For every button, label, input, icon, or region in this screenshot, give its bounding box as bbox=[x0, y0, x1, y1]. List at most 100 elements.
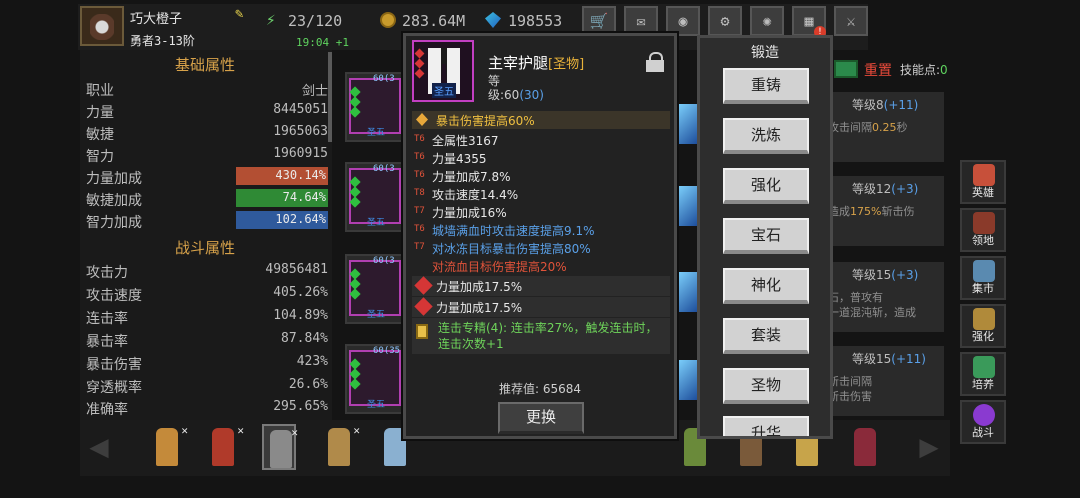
recommend-value: 推荐值: 65684 bbox=[498, 382, 582, 396]
basic-stats-title: 基础属性 bbox=[174, 56, 235, 74]
skill-icon bbox=[676, 272, 698, 312]
next-arrow-icon[interactable]: ▶ bbox=[910, 428, 948, 464]
equip-slot[interactable]: 60(35 圣五 bbox=[345, 344, 405, 414]
reset-skills-button[interactable]: 重置 bbox=[864, 60, 892, 80]
nav-market[interactable]: 集市 bbox=[960, 256, 1006, 300]
agility-bonus-bar: 74.64% bbox=[236, 189, 328, 207]
gold-icon bbox=[380, 12, 396, 28]
affix-row: T8 攻击速度14.4% bbox=[414, 188, 519, 202]
skill-row[interactable]: 等级15(+11) 斩击间隔 斩击伤害 bbox=[828, 346, 944, 416]
nav-hero[interactable]: 英雄 bbox=[960, 160, 1006, 204]
gem-slot: 力量加成17.5% bbox=[412, 297, 670, 317]
stat-row-penetration: 穿透概率 26.6% bbox=[86, 377, 328, 396]
item-level: 级:60(30) bbox=[488, 88, 544, 102]
set-button[interactable]: 套装 bbox=[723, 318, 809, 354]
skill-row[interactable]: 等级8(+11) 攻击间隔0.25秒 bbox=[828, 92, 944, 162]
deify-button[interactable]: 神化 bbox=[723, 268, 809, 304]
forge-title: 锻造 bbox=[751, 45, 779, 61]
stat-row-strength: 力量 8445051 bbox=[86, 102, 328, 121]
recast-button[interactable]: 重铸 bbox=[723, 68, 809, 104]
stat-row-intellect-bonus: 智力加成 102.64% bbox=[86, 211, 328, 231]
battle-icon[interactable]: ⚔ bbox=[834, 6, 868, 36]
gem-count: 198553 bbox=[508, 12, 563, 30]
energy-count: 23/120 bbox=[288, 12, 343, 30]
gem-button[interactable]: 宝石 bbox=[723, 218, 809, 254]
hero-portrait[interactable]: ✕ bbox=[150, 424, 188, 470]
shop-icon[interactable]: 🛒 bbox=[582, 6, 616, 36]
stat-row-agility-bonus: 敏捷加成 74.64% bbox=[86, 189, 328, 209]
stat-row-attack-speed: 攻击速度 405.26% bbox=[86, 285, 328, 304]
skill-row[interactable]: 等级12(+3) 造成175%斩击伤 bbox=[828, 176, 944, 246]
player-name: 巧大橙子 bbox=[130, 12, 183, 27]
skill-points: 技能点:0 bbox=[900, 63, 948, 77]
intellect-bonus-bar: 102.64% bbox=[236, 211, 328, 229]
ascend-button[interactable]: 升华 bbox=[723, 416, 809, 436]
stat-row-strength-bonus: 力量加成 430.14% bbox=[86, 167, 328, 187]
edit-icon[interactable]: ✎ bbox=[235, 6, 251, 22]
stat-row-attack: 攻击力 49856481 bbox=[86, 262, 328, 281]
nav-territory[interactable]: 领地 bbox=[960, 208, 1006, 252]
player-avatar[interactable] bbox=[80, 6, 124, 46]
skill-icon bbox=[676, 186, 698, 226]
stat-row-combo-rate: 连击率 104.89% bbox=[86, 308, 328, 327]
item-special-effect: 暴击伤害提高60% bbox=[412, 111, 670, 129]
item-detail-popup: 圣五 主宰护腿[圣物] 等 级:60(30) 暴击伤害提高60% T6 全属性31… bbox=[403, 33, 677, 439]
refine-button[interactable]: 洗炼 bbox=[723, 118, 809, 154]
combat-stats-title: 战斗属性 bbox=[174, 239, 235, 257]
replace-button[interactable]: 更换 bbox=[498, 402, 584, 434]
video-icon[interactable] bbox=[834, 60, 858, 78]
wheel-icon[interactable]: ✺ bbox=[750, 6, 784, 36]
hero-portrait-selected[interactable]: ✕ bbox=[262, 424, 298, 470]
stats-scrollbar[interactable] bbox=[328, 52, 332, 142]
mail-icon[interactable]: ✉ bbox=[624, 6, 658, 36]
affix-row: T6 全属性3167 bbox=[414, 134, 499, 148]
fire-icon bbox=[416, 113, 428, 126]
forge-panel: 锻造 重铸 洗炼 强化 宝石 神化 套装 圣物 升华 bbox=[697, 35, 833, 439]
stat-row-accuracy: 准确率 295.65% bbox=[86, 399, 328, 418]
prev-arrow-icon[interactable]: ◀ bbox=[80, 428, 118, 464]
item-name: 主宰护腿[圣物] bbox=[488, 54, 585, 72]
hero-portrait[interactable] bbox=[848, 424, 882, 470]
skill-row[interactable]: 等级15(+3) 石，普攻有 一道混沌斩，造成 bbox=[828, 262, 944, 332]
market-icon bbox=[973, 260, 995, 282]
gift-icon[interactable]: ▦ bbox=[792, 6, 826, 38]
affix-row: T7 力量加成16% bbox=[414, 206, 507, 220]
skill-icon bbox=[676, 104, 698, 144]
affix-row: T6 城墙满血时攻击速度提高9.1% bbox=[414, 224, 595, 238]
gem-slot: 力量加成17.5% bbox=[412, 276, 670, 296]
anvil-icon bbox=[973, 308, 995, 330]
affix-row: 对流血目标伤害提高20% bbox=[432, 260, 567, 274]
energy-icon: ⚡ bbox=[266, 10, 276, 29]
stat-row-crit-rate: 暴击率 87.84% bbox=[86, 331, 328, 350]
hero-portrait[interactable]: ✕ bbox=[206, 424, 244, 470]
affix-row: T6 力量加成7.8% bbox=[414, 170, 511, 184]
energy-timer: 19:04 +1 bbox=[296, 36, 349, 49]
stat-row-class: 职业 剑士 bbox=[86, 83, 328, 99]
hero-portrait[interactable]: ✕ bbox=[322, 424, 360, 470]
skill-header: 重置 技能点:0 bbox=[834, 58, 964, 82]
player-rank: 勇者3-13阶 bbox=[130, 34, 195, 48]
train-icon bbox=[973, 356, 995, 378]
nav-enhance[interactable]: 强化 bbox=[960, 304, 1006, 348]
stat-row-crit-damage: 暴击伤害 423% bbox=[86, 354, 328, 373]
ruby-icon bbox=[414, 297, 433, 316]
castle-icon bbox=[973, 212, 995, 234]
nav-battle[interactable]: 战斗 bbox=[960, 400, 1006, 444]
relic-button[interactable]: 圣物 bbox=[723, 368, 809, 404]
lock-icon[interactable] bbox=[646, 52, 664, 72]
enhance-button[interactable]: 强化 bbox=[723, 168, 809, 204]
gamepad-icon[interactable]: ◉ bbox=[666, 6, 700, 36]
item-grade: 圣五 bbox=[432, 83, 456, 98]
equip-slot[interactable]: 60(3 圣五 bbox=[345, 72, 405, 142]
affix-row: T6 力量4355 bbox=[414, 152, 487, 166]
book-icon bbox=[416, 324, 428, 339]
gear-icon[interactable]: ⚙ bbox=[708, 6, 742, 36]
affix-row: T7 对冰冻目标暴击伤害提高80% bbox=[414, 242, 591, 256]
ruby-icon bbox=[414, 276, 433, 295]
nav-train[interactable]: 培养 bbox=[960, 352, 1006, 396]
equip-slot[interactable]: 60(3 圣五 bbox=[345, 162, 405, 232]
stats-panel: 基础属性 职业 剑士 力量 8445051 敏捷 1965063 智力 1960… bbox=[80, 50, 332, 420]
stat-row-agility: 敏捷 1965063 bbox=[86, 124, 328, 143]
hero-icon bbox=[973, 164, 995, 186]
equip-slot[interactable]: 60(3 圣五 bbox=[345, 254, 405, 324]
